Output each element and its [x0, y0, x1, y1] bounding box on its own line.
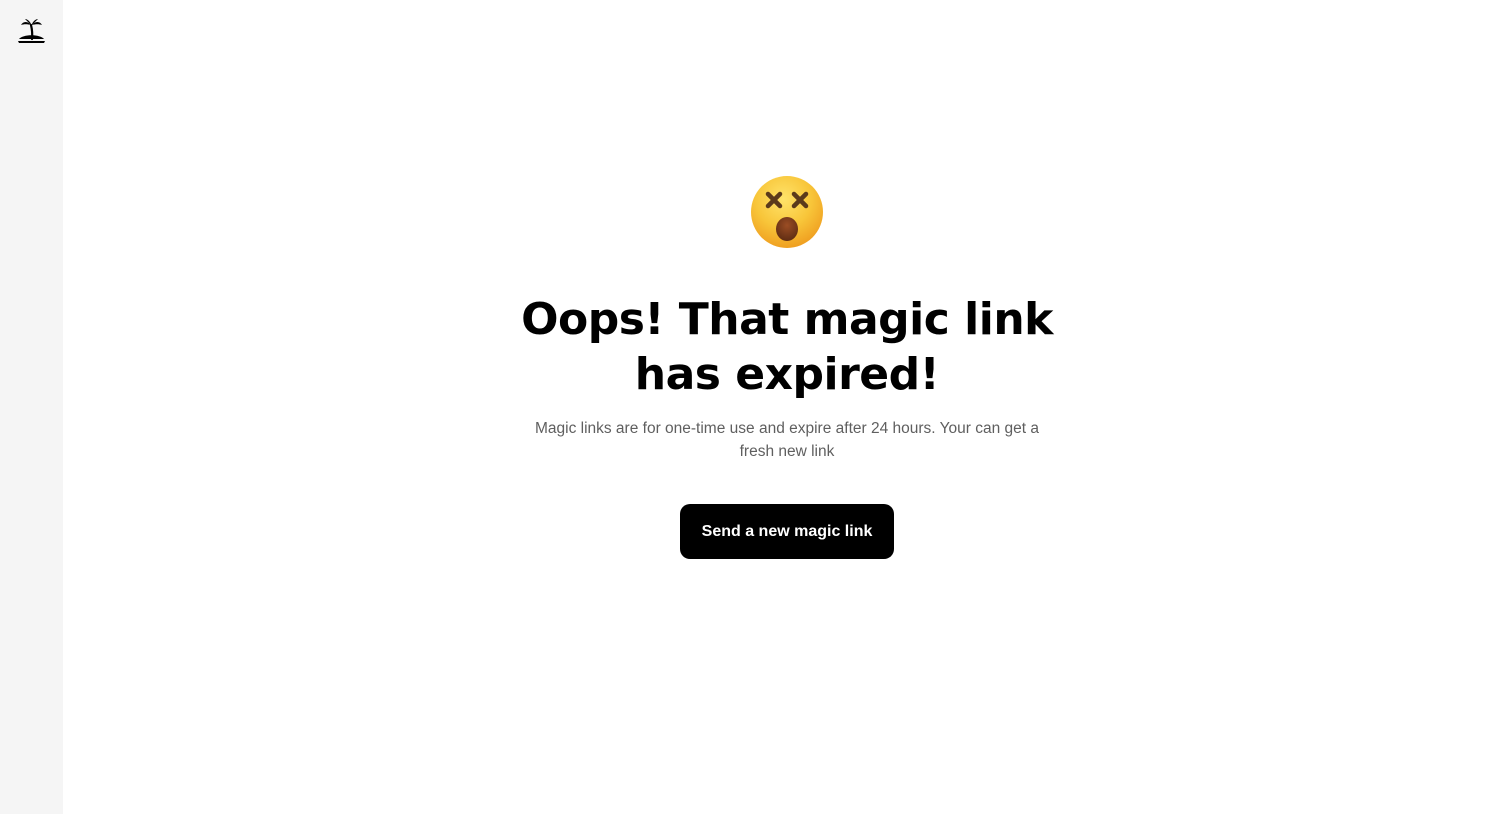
- page-title-line-2: has expired!: [634, 349, 940, 400]
- palm-tree-island-icon[interactable]: [17, 17, 46, 45]
- sidebar: [0, 0, 63, 814]
- page-title-line-1: Oops! That magic link: [521, 294, 1053, 345]
- description-text: Magic links are for one-time use and exp…: [534, 420, 1040, 460]
- page-title: Oops! That magic link has expired!: [487, 292, 1087, 402]
- main-panel: Oops! That magic link has expired! Magic…: [63, 0, 1512, 814]
- dizzy-face-emoji-icon: [751, 176, 823, 248]
- send-new-magic-link-button[interactable]: Send a new magic link: [680, 504, 894, 559]
- app-root: Oops! That magic link has expired! Magic…: [0, 0, 1512, 814]
